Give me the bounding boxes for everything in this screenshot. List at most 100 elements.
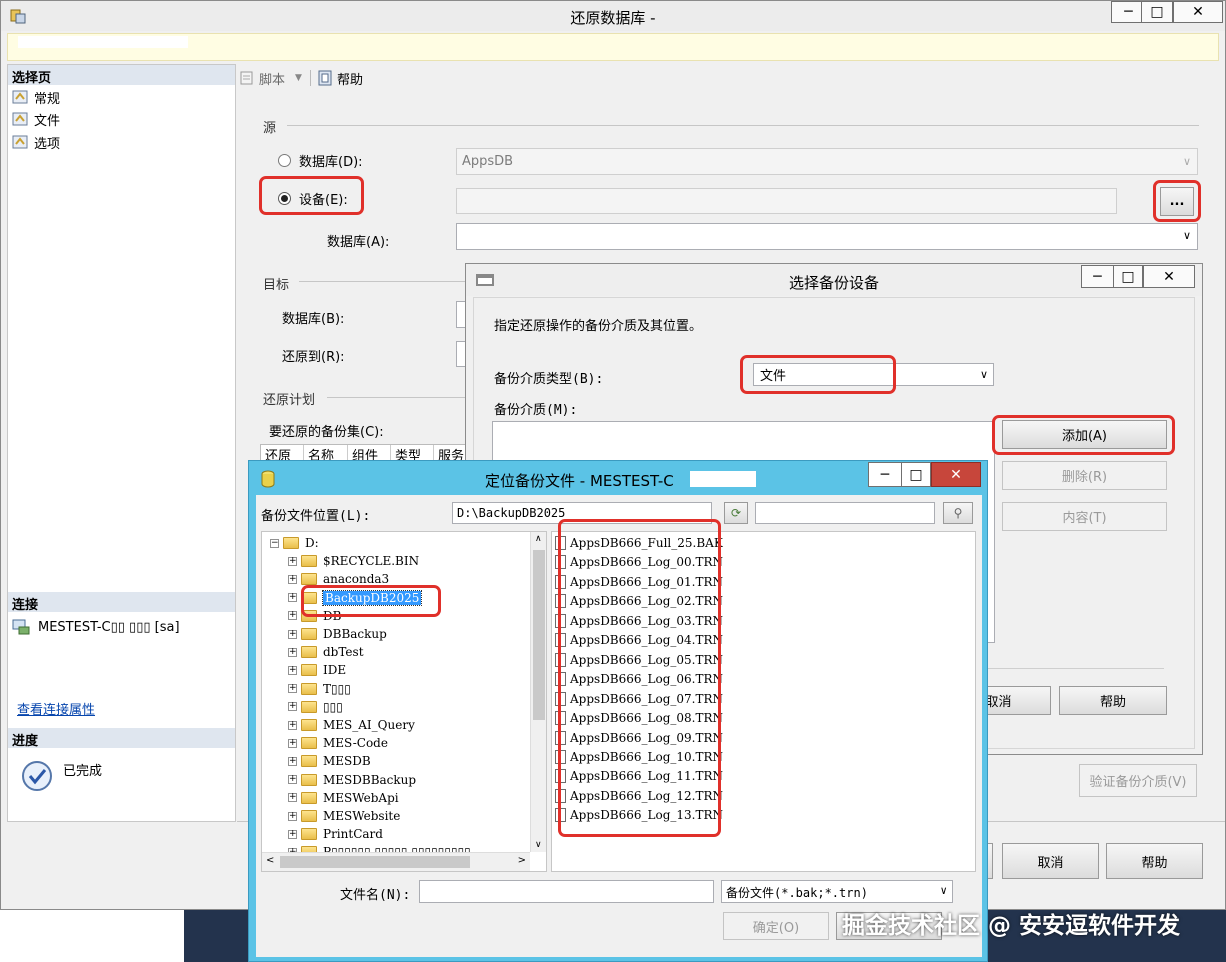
desktop-strip: [0, 910, 184, 962]
tree-folder-item[interactable]: + IDE: [288, 661, 346, 679]
page-icon: [12, 135, 28, 149]
expand-icon[interactable]: +: [288, 665, 297, 675]
chevron-down-icon: ∨: [979, 368, 988, 381]
remove-media-button[interactable]: 删除(R): [1002, 461, 1167, 490]
expand-icon[interactable]: +: [288, 647, 297, 657]
chevron-down-icon[interactable]: ▼: [295, 73, 302, 83]
sidebar-item-files[interactable]: 文件: [12, 109, 60, 129]
expand-icon[interactable]: +: [288, 793, 297, 803]
tree-item-label: MES-Code: [323, 736, 388, 751]
expand-icon[interactable]: +: [288, 720, 297, 730]
tree-folder-item[interactable]: + MESDB: [288, 752, 371, 770]
locate-maximize-button[interactable]: □: [901, 462, 931, 487]
tree-folder-item[interactable]: + MES-Code: [288, 734, 388, 752]
database-icon: [261, 470, 275, 488]
tree-folder-item[interactable]: + MESWebsite: [288, 807, 400, 825]
tree-item-label: MESWebApi: [323, 790, 399, 805]
dialog-close-button[interactable]: ✕: [1143, 265, 1195, 288]
tree-root-item[interactable]: − D:: [270, 534, 319, 552]
tree-item-label: MESDB: [323, 754, 371, 769]
close-button[interactable]: ✕: [1173, 1, 1223, 23]
tree-folder-item[interactable]: + PrintCard: [288, 825, 383, 843]
expand-icon[interactable]: +: [288, 756, 297, 766]
tree-folder-item[interactable]: +P▯▯▯▯▯▯ ▯▯▯▯▯ ▯▯▯▯▯▯▯▯▯: [288, 843, 471, 852]
completed-icon: [21, 760, 53, 792]
expand-icon[interactable]: +: [288, 738, 297, 748]
tree-folder-item[interactable]: + MES_AI_Query: [288, 716, 415, 734]
expand-icon[interactable]: +: [288, 593, 297, 603]
radio-icon: [278, 154, 291, 167]
tree-folder-item[interactable]: + dbTest: [288, 643, 364, 661]
message-bar: [7, 33, 1219, 61]
scroll-thumb[interactable]: [533, 550, 545, 720]
target-section-label: 目标: [263, 278, 290, 293]
filename-label: 文件名(N):: [340, 888, 411, 903]
locate-ok-button[interactable]: 确定(O): [723, 912, 829, 940]
locate-minimize-button[interactable]: ─: [868, 462, 901, 487]
tree-folder-item[interactable]: + MESWebApi: [288, 789, 399, 807]
chevron-down-icon: ∨: [1182, 155, 1191, 168]
scroll-left-icon: <: [266, 855, 275, 866]
scroll-thumb-h[interactable]: [280, 856, 470, 868]
tree-item-label: T▯▯▯: [323, 681, 351, 696]
tree-item-label: $RECYCLE.BIN: [323, 554, 420, 569]
expand-icon[interactable]: +: [288, 829, 297, 839]
folder-icon: [301, 664, 317, 677]
expand-icon[interactable]: +: [288, 811, 297, 821]
filename-input[interactable]: [419, 880, 714, 903]
view-connection-properties-link[interactable]: 查看连接属性: [17, 699, 95, 718]
verify-media-button[interactable]: 验证备份介质(V): [1079, 764, 1197, 797]
search-input[interactable]: [755, 502, 935, 524]
folder-icon: [301, 719, 317, 731]
script-button[interactable]: 脚本: [259, 69, 285, 88]
source-db-a-select[interactable]: ∨: [456, 223, 1198, 250]
database-radio[interactable]: 数据库(D):: [278, 151, 363, 170]
backup-instruction: 指定还原操作的备份介质及其位置。: [494, 319, 703, 334]
tree-vertical-scrollbar[interactable]: ∧ ∨: [530, 532, 546, 852]
tree-folder-item[interactable]: + DBBackup: [288, 625, 387, 643]
expand-icon[interactable]: +: [288, 702, 297, 712]
sidebar-item-general[interactable]: 常规: [12, 87, 60, 107]
device-input[interactable]: [456, 188, 1117, 214]
refresh-button[interactable]: ⟳: [724, 502, 748, 524]
message-icon: [18, 36, 188, 48]
folder-icon: [283, 537, 299, 549]
tree-folder-item[interactable]: + ▯▯▯: [288, 698, 343, 716]
locate-close-button[interactable]: ✕: [931, 462, 981, 487]
sidebar-item-options[interactable]: 选项: [12, 132, 60, 152]
dialog-maximize-button[interactable]: □: [1113, 265, 1143, 288]
tree-folder-item[interactable]: + T▯▯▯: [288, 680, 351, 698]
tree-folder-item[interactable]: + MESDBBackup: [288, 771, 416, 789]
search-button[interactable]: ⚲: [943, 502, 973, 524]
locate-backup-file-dialog: 定位备份文件 - MESTEST-C ─ □ ✕ 备份文件位置(L): D:\B…: [248, 460, 988, 962]
plan-divider: [327, 397, 469, 398]
collapse-icon[interactable]: −: [270, 538, 279, 548]
file-type-select[interactable]: 备份文件(*.bak;*.trn) ∨: [721, 880, 953, 903]
expand-icon[interactable]: +: [288, 629, 297, 639]
help-button[interactable]: 帮助: [337, 69, 363, 88]
backup-help-button[interactable]: 帮助: [1059, 686, 1167, 715]
expand-icon[interactable]: +: [288, 611, 297, 621]
highlight-device-radio: [259, 176, 364, 215]
cancel-button[interactable]: 取消: [1002, 843, 1099, 879]
expand-icon[interactable]: +: [288, 556, 297, 566]
help-button-bottom[interactable]: 帮助: [1106, 843, 1203, 879]
tree-folder-item[interactable]: + $RECYCLE.BIN: [288, 552, 419, 570]
watermark: 掘金技术社区 @ 安安逗软件开发: [842, 913, 1181, 939]
backup-media-label: 备份介质(M):: [494, 403, 578, 418]
restore-to-label: 还原到(R):: [282, 350, 345, 365]
tree-item-label: PrintCard: [323, 827, 383, 842]
expand-icon[interactable]: +: [288, 775, 297, 785]
source-database-select[interactable]: AppsDB ∨: [456, 148, 1198, 175]
expand-icon[interactable]: +: [288, 574, 297, 584]
expand-icon[interactable]: +: [288, 684, 297, 694]
folder-tree[interactable]: − D: + $RECYCLE.BIN + anaconda3 + BackupDB2025 +…: [261, 531, 547, 872]
maximize-button[interactable]: □: [1141, 1, 1173, 23]
folder-icon: [301, 573, 317, 586]
minimize-button[interactable]: ─: [1111, 1, 1145, 23]
redaction-block: [690, 471, 756, 487]
contents-button[interactable]: 内容(T): [1002, 502, 1167, 531]
tree-horizontal-scrollbar[interactable]: < >: [262, 852, 530, 871]
chevron-down-icon: ∨: [940, 884, 947, 897]
dialog-minimize-button[interactable]: ─: [1081, 265, 1113, 288]
